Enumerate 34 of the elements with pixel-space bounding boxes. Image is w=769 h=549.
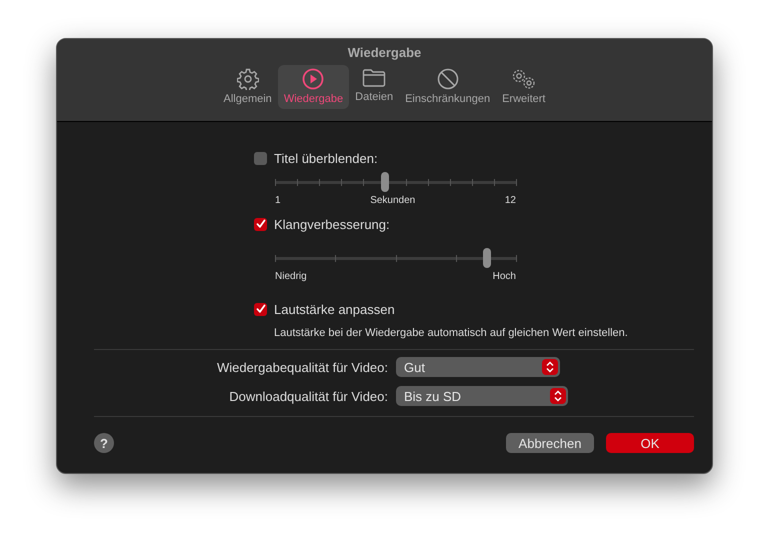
play-icon [302,68,324,90]
popup-label: Downloadqualität für Video: [228,388,388,404]
popup-label: Wiedergabequalität für Video: [216,360,388,374]
folder-icon [362,68,386,88]
checkbox-label: Lautstärke anpassen [274,302,395,316]
checkbox[interactable] [254,218,267,230]
ok-button[interactable]: OK [606,433,694,453]
popup-button[interactable]: Bis zu SD [396,386,568,406]
slider-label: Sekunden [370,195,416,206]
slider-label: 1 [275,195,281,206]
checkbox-label: Titel überblenden: [274,150,378,166]
stepper-icon [542,359,558,375]
slider-label: Niedrig [275,271,307,282]
window-title: Wiedergabe [348,45,422,60]
prohibited-icon [436,68,459,90]
gear-icon [236,68,259,90]
checkbox[interactable] [254,152,267,164]
toolbar-tab[interactable]: Wiedergabe [278,65,350,109]
toolbar-tab[interactable]: Einschränkungen [399,65,496,109]
cancel-button[interactable]: Abbrechen [506,433,594,453]
checkbox[interactable] [254,302,267,316]
slider-label: Hoch [492,271,516,282]
slider-thumb[interactable] [380,172,389,192]
toolbar-tab[interactable]: Dateien [349,65,400,109]
popup-button[interactable]: Gut [396,357,560,377]
toolbar-tab[interactable]: Erweitert [496,65,552,109]
description-text: Lautstärke bei der Wiedergabe automatisch auf gleichen Wert einstellen. [274,327,629,339]
stepper-icon [550,388,566,404]
toolbar-tab[interactable]: Allgemein [218,65,278,109]
slider-thumb[interactable] [483,248,492,268]
help-button[interactable]: ? [94,433,114,453]
checkbox-label: Klangverbesserung: [274,216,390,232]
slider-label: 12 [504,195,516,206]
gears-icon [510,68,537,90]
